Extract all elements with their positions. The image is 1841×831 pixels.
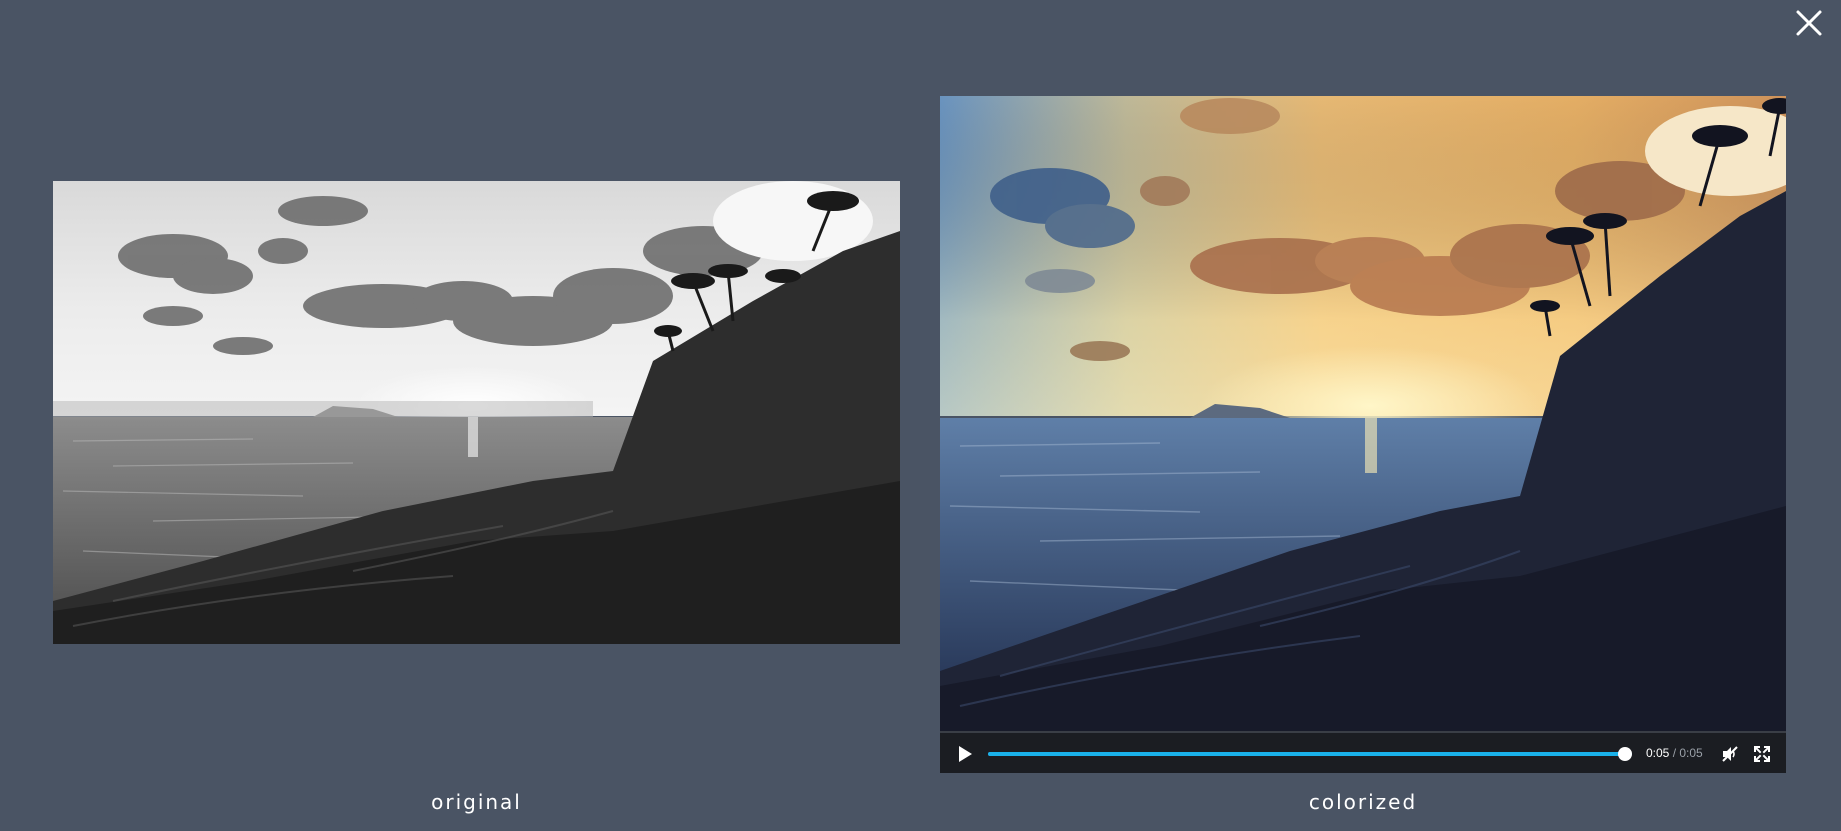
fullscreen-button[interactable] [1752,744,1772,764]
original-image [53,181,900,644]
seek-bar[interactable] [988,747,1632,761]
seek-thumb[interactable] [1618,747,1632,761]
play-button[interactable] [954,743,976,765]
volume-muted-icon [1722,746,1738,762]
original-caption: original [431,790,522,814]
mute-button[interactable] [1720,744,1740,764]
duration: 0:05 [1679,746,1703,760]
video-controls: 0:05 / 0:05 [940,731,1786,773]
play-icon [959,746,972,762]
seek-progress [988,752,1632,756]
time-display: 0:05 / 0:05 [1646,745,1703,761]
close-icon [1796,10,1822,36]
colorized-video-player[interactable]: 0:05 / 0:05 [940,96,1786,773]
time-separator: / [1669,746,1680,760]
fullscreen-icon [1754,746,1770,762]
current-time: 0:05 [1646,746,1670,760]
close-button[interactable] [1792,6,1826,40]
comparison-viewer: 0:05 / 0:05 original colorized [0,0,1841,831]
colorized-caption: colorized [1308,790,1418,814]
colorized-video[interactable] [940,96,1786,731]
